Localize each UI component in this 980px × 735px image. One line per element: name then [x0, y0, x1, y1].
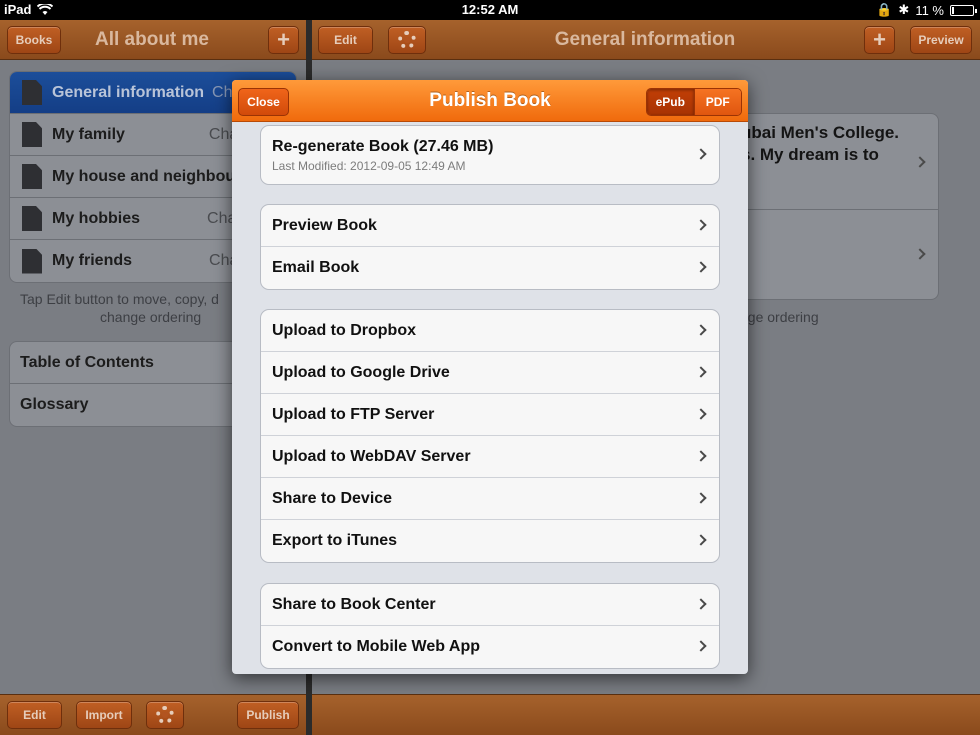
close-button[interactable]: Close — [238, 88, 289, 116]
content-line: s. My dream is to — [741, 145, 879, 164]
row-label: Share to Book Center — [272, 595, 436, 613]
row-label: Share to Device — [272, 489, 393, 507]
gear-icon — [156, 706, 174, 724]
chapter-title: General information — [52, 83, 205, 101]
chapter-subtitle: Ch — [212, 83, 233, 101]
row-label: Upload to WebDAV Server — [272, 447, 471, 465]
share-book-center-row[interactable]: Share to Book Center — [261, 584, 719, 626]
preview-book-row[interactable]: Preview Book — [261, 205, 719, 247]
email-book-row[interactable]: Email Book — [261, 247, 719, 289]
plus-icon: + — [873, 27, 886, 52]
battery-icon — [950, 4, 977, 16]
settings-button[interactable] — [388, 26, 426, 54]
content-hint: nge ordering — [740, 309, 819, 325]
rotation-lock-icon: 🔒 — [876, 2, 893, 17]
convert-web-app-row[interactable]: Convert to Mobile Web App — [261, 626, 719, 668]
chevron-right-icon — [695, 261, 707, 273]
chevron-right-icon — [695, 324, 707, 336]
clock: 12:52 AM — [461, 2, 519, 17]
document-icon — [22, 122, 42, 147]
row-label: Preview Book — [272, 216, 377, 234]
content-preview[interactable]: ubai Men's College. s. My dream is to — [741, 122, 899, 166]
upload-dropbox-row[interactable]: Upload to Dropbox — [261, 310, 719, 352]
book-title: All about me — [94, 29, 209, 50]
upload-google-drive-row[interactable]: Upload to Google Drive — [261, 352, 719, 394]
export-itunes-row[interactable]: Export to iTunes — [261, 520, 719, 562]
add-page-button[interactable]: + — [864, 26, 895, 54]
edit-hint-line2: change ordering — [100, 309, 202, 325]
row-label: Email Book — [272, 259, 360, 276]
chapter-title: My family — [52, 125, 125, 143]
document-icon — [22, 206, 42, 231]
regenerate-book-row[interactable]: Re-generate Book (27.46 MB) Last Modifie… — [261, 126, 719, 184]
upload-ftp-row[interactable]: Upload to FTP Server — [261, 394, 719, 436]
format-epub-segment[interactable]: ePub — [647, 89, 694, 115]
chevron-right-icon — [695, 640, 707, 652]
chapter-title: My friends — [52, 252, 133, 269]
regenerate-title: Re-generate Book (27.46 MB) — [272, 137, 494, 155]
row-label: Export to iTunes — [272, 532, 398, 549]
chevron-right-icon — [914, 248, 926, 260]
book-settings-button[interactable] — [146, 701, 184, 729]
document-icon — [22, 164, 42, 189]
publish-book-dialog: Publish Book Close ePub PDF Re-generate … — [232, 80, 748, 674]
format-pdf-segment[interactable]: PDF — [693, 89, 741, 115]
chapter-title: My hobbies — [52, 209, 141, 227]
preview-group: Preview Book Email Book — [260, 204, 720, 290]
chevron-right-icon — [695, 450, 707, 462]
edit-hint: Tap Edit button to move, copy, d — [20, 291, 219, 307]
edit-content-button[interactable]: Edit — [318, 26, 373, 54]
preview-button[interactable]: Preview — [910, 26, 972, 54]
battery-fill — [952, 6, 954, 14]
chevron-right-icon — [695, 598, 707, 610]
books-button[interactable]: Books — [7, 26, 61, 54]
row-label: Convert to Mobile Web App — [272, 638, 480, 655]
add-chapter-button[interactable]: + — [268, 26, 299, 54]
share-to-device-row[interactable]: Share to Device — [261, 478, 719, 520]
content-line: ubai Men's College. — [741, 123, 900, 142]
chevron-right-icon — [695, 366, 707, 378]
chevron-right-icon — [695, 534, 707, 546]
row-label: Upload to FTP Server — [272, 405, 435, 423]
gear-icon — [398, 31, 416, 49]
format-segmented-control: ePub PDF — [646, 88, 742, 116]
regenerate-group: Re-generate Book (27.46 MB) Last Modifie… — [260, 125, 720, 185]
document-icon — [22, 80, 42, 105]
share-group: Share to Book Center Convert to Mobile W… — [260, 583, 720, 669]
bluetooth-icon: ✱ — [898, 2, 910, 17]
import-button[interactable]: Import — [76, 701, 132, 729]
chevron-right-icon — [695, 148, 707, 160]
chevron-right-icon — [695, 219, 707, 231]
chevron-right-icon — [695, 492, 707, 504]
plus-icon: + — [277, 27, 290, 52]
publish-button[interactable]: Publish — [237, 701, 299, 729]
battery-percent: 11 % — [915, 2, 944, 18]
chevron-right-icon — [695, 408, 707, 420]
upload-group: Upload to Dropbox Upload to Google Drive… — [260, 309, 720, 563]
chapter-title: My house and neighbou — [52, 167, 236, 185]
document-icon — [22, 248, 42, 274]
last-modified-label: Last Modified: 2012-09-05 12:49 AM — [272, 158, 466, 173]
edit-chapters-button[interactable]: Edit — [7, 701, 62, 729]
upload-webdav-row[interactable]: Upload to WebDAV Server — [261, 436, 719, 478]
row-label: Upload to Dropbox — [272, 321, 416, 339]
chevron-right-icon — [914, 156, 926, 168]
row-label: Upload to Google Drive — [272, 363, 450, 381]
page-title: General information — [554, 29, 736, 50]
right-toolbar — [312, 694, 980, 735]
status-bar: iPad 12:52 AM 🔒 ✱ 11 % — [0, 0, 980, 20]
